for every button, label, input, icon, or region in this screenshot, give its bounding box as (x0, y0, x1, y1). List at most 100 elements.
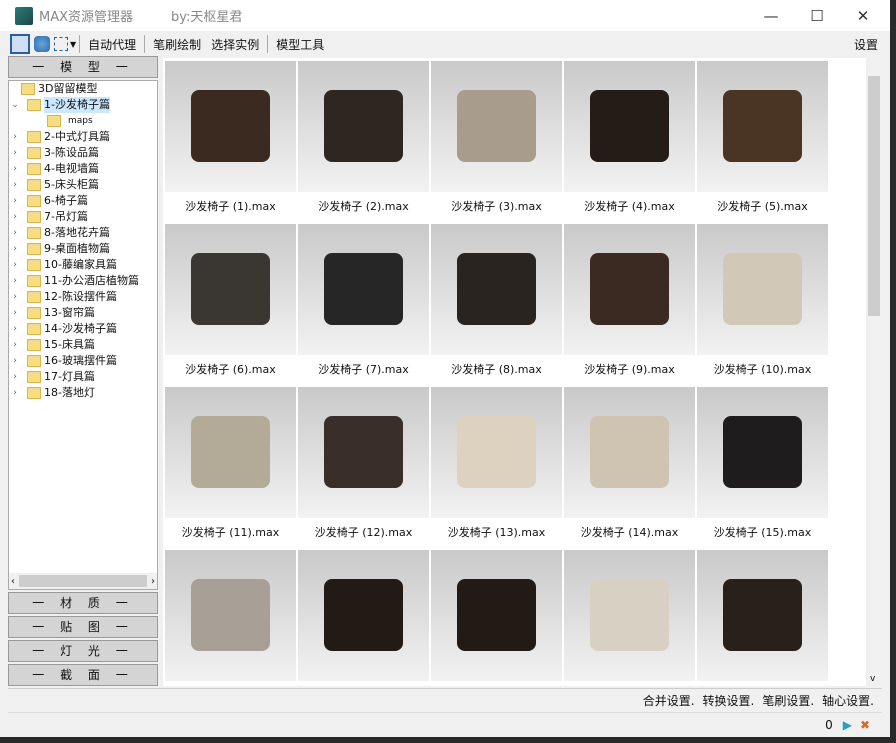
vertical-scrollbar[interactable]: v (866, 58, 882, 686)
scroll-right-icon[interactable]: › (151, 576, 157, 587)
asset-thumbnail[interactable] (298, 224, 429, 355)
asset-item[interactable] (564, 550, 695, 686)
tree-item[interactable]: ⌄ 1-沙发椅子篇 (9, 97, 157, 113)
asset-thumbnail[interactable] (298, 387, 429, 518)
chevron-right-icon[interactable]: › (9, 257, 21, 273)
chevron-right-icon[interactable]: › (9, 193, 21, 209)
asset-item[interactable]: 沙发椅子 (13).max (431, 387, 562, 548)
chevron-down-icon[interactable]: ⌄ (9, 97, 21, 113)
asset-thumbnail[interactable] (564, 61, 695, 192)
merge-settings-link[interactable]: 合并设置. (643, 692, 695, 709)
asset-thumbnail[interactable] (697, 387, 828, 518)
tree-item[interactable]: › 3-陈设品篇 (9, 145, 157, 161)
tree-item[interactable]: › 2-中式灯具篇 (9, 129, 157, 145)
select-instance-button[interactable]: 选择实例 (206, 36, 264, 53)
asset-item[interactable]: 沙发椅子 (7).max (298, 224, 429, 385)
tree-item[interactable]: › 9-桌面植物篇 (9, 241, 157, 257)
asset-item[interactable] (165, 550, 296, 686)
chevron-right-icon[interactable]: › (9, 289, 21, 305)
maximize-button[interactable]: ☐ (794, 0, 840, 31)
tree-item[interactable]: › 6-椅子篇 (9, 193, 157, 209)
asset-item[interactable]: 沙发椅子 (2).max (298, 61, 429, 222)
close-button[interactable]: ✕ (840, 0, 886, 31)
minimize-button[interactable]: — (748, 0, 794, 31)
asset-item[interactable]: 沙发椅子 (6).max (165, 224, 296, 385)
asset-thumbnail[interactable] (431, 61, 562, 192)
chevron-right-icon[interactable]: › (9, 337, 21, 353)
chevron-right-icon[interactable]: › (9, 177, 21, 193)
tree-item[interactable]: › 16-玻璃摆件篇 (9, 353, 157, 369)
tree-item[interactable]: › 4-电视墙篇 (9, 161, 157, 177)
asset-item[interactable]: 沙发椅子 (8).max (431, 224, 562, 385)
chevron-right-icon[interactable]: › (9, 129, 21, 145)
asset-item[interactable] (697, 550, 828, 686)
chevron-right-icon[interactable]: › (9, 273, 21, 289)
asset-item[interactable]: 沙发椅子 (5).max (697, 61, 828, 222)
asset-thumbnail[interactable] (298, 550, 429, 681)
asset-thumbnail[interactable] (564, 224, 695, 355)
section-panel-button[interactable]: 一 截 面 一 (8, 664, 158, 686)
asset-thumbnail[interactable] (165, 61, 296, 192)
tree-item[interactable]: › 7-吊灯篇 (9, 209, 157, 225)
tree-item[interactable]: › 8-落地花卉篇 (9, 225, 157, 241)
convert-settings-link[interactable]: 转换设置. (703, 692, 755, 709)
cancel-icon[interactable]: ✖ (860, 718, 870, 732)
brush-settings-link[interactable]: 笔刷设置. (762, 692, 814, 709)
asset-thumbnail[interactable] (298, 61, 429, 192)
asset-item[interactable]: 沙发椅子 (12).max (298, 387, 429, 548)
chevron-right-icon[interactable]: › (9, 161, 21, 177)
asset-item[interactable]: 沙发椅子 (1).max (165, 61, 296, 222)
scroll-thumb[interactable] (868, 76, 880, 316)
chevron-right-icon[interactable]: › (9, 321, 21, 337)
chevron-right-icon[interactable]: › (9, 305, 21, 321)
dropdown-arrow-icon[interactable]: ▼ (70, 40, 76, 49)
chevron-right-icon[interactable]: › (9, 145, 21, 161)
asset-thumbnail[interactable] (697, 61, 828, 192)
asset-item[interactable]: 沙发椅子 (9).max (564, 224, 695, 385)
texture-panel-button[interactable]: 一 贴 图 一 (8, 616, 158, 638)
asset-item[interactable]: 沙发椅子 (15).max (697, 387, 828, 548)
asset-item[interactable]: 沙发椅子 (3).max (431, 61, 562, 222)
play-icon[interactable]: ▶ (843, 718, 852, 732)
model-panel-header[interactable]: 一 模 型 一 (8, 56, 158, 78)
asset-thumbnail[interactable] (564, 550, 695, 681)
tree-item[interactable]: › 14-沙发椅子篇 (9, 321, 157, 337)
tree-item[interactable]: › 15-床具篇 (9, 337, 157, 353)
asset-item[interactable]: 沙发椅子 (4).max (564, 61, 695, 222)
tree-item[interactable]: › 10-藤编家具篇 (9, 257, 157, 273)
chevron-right-icon[interactable]: › (9, 353, 21, 369)
asset-thumbnail[interactable] (165, 387, 296, 518)
scroll-left-icon[interactable]: ‹ (9, 576, 15, 587)
asset-item[interactable] (298, 550, 429, 686)
asset-item[interactable]: 沙发椅子 (10).max (697, 224, 828, 385)
asset-item[interactable]: 沙发椅子 (11).max (165, 387, 296, 548)
tree-item[interactable]: › 5-床头柜篇 (9, 177, 157, 193)
asset-thumbnail[interactable] (431, 550, 562, 681)
scroll-down-icon[interactable]: v (870, 674, 875, 684)
asset-thumbnail[interactable] (564, 387, 695, 518)
light-panel-button[interactable]: 一 灯 光 一 (8, 640, 158, 662)
auto-proxy-button[interactable]: 自动代理 (83, 36, 141, 53)
asset-item[interactable]: 沙发椅子 (14).max (564, 387, 695, 548)
model-tools-button[interactable]: 模型工具 (271, 36, 329, 53)
settings-button[interactable]: 设置 (854, 36, 878, 53)
tree-item[interactable]: › 12-陈设摆件篇 (9, 289, 157, 305)
chevron-right-icon[interactable]: › (9, 369, 21, 385)
tree-item[interactable]: › 13-窗帘篇 (9, 305, 157, 321)
tree-item[interactable]: › 18-落地灯 (9, 385, 157, 401)
chevron-right-icon[interactable]: › (9, 241, 21, 257)
chevron-right-icon[interactable]: › (9, 209, 21, 225)
brush-paint-button[interactable]: 笔刷绘制 (148, 36, 206, 53)
tree-item[interactable]: › 17-灯具篇 (9, 369, 157, 385)
refresh-icon[interactable] (34, 36, 50, 52)
select-region-icon[interactable] (54, 37, 68, 51)
asset-thumbnail[interactable] (697, 550, 828, 681)
pivot-settings-link[interactable]: 轴心设置. (822, 692, 874, 709)
asset-thumbnail[interactable] (165, 224, 296, 355)
asset-item[interactable] (431, 550, 562, 686)
tree-item[interactable]: maps (9, 113, 157, 129)
asset-thumbnail[interactable] (697, 224, 828, 355)
chevron-right-icon[interactable]: › (9, 225, 21, 241)
tree-root[interactable]: 3D留留模型 (9, 81, 157, 97)
material-panel-button[interactable]: 一 材 质 一 (8, 592, 158, 614)
